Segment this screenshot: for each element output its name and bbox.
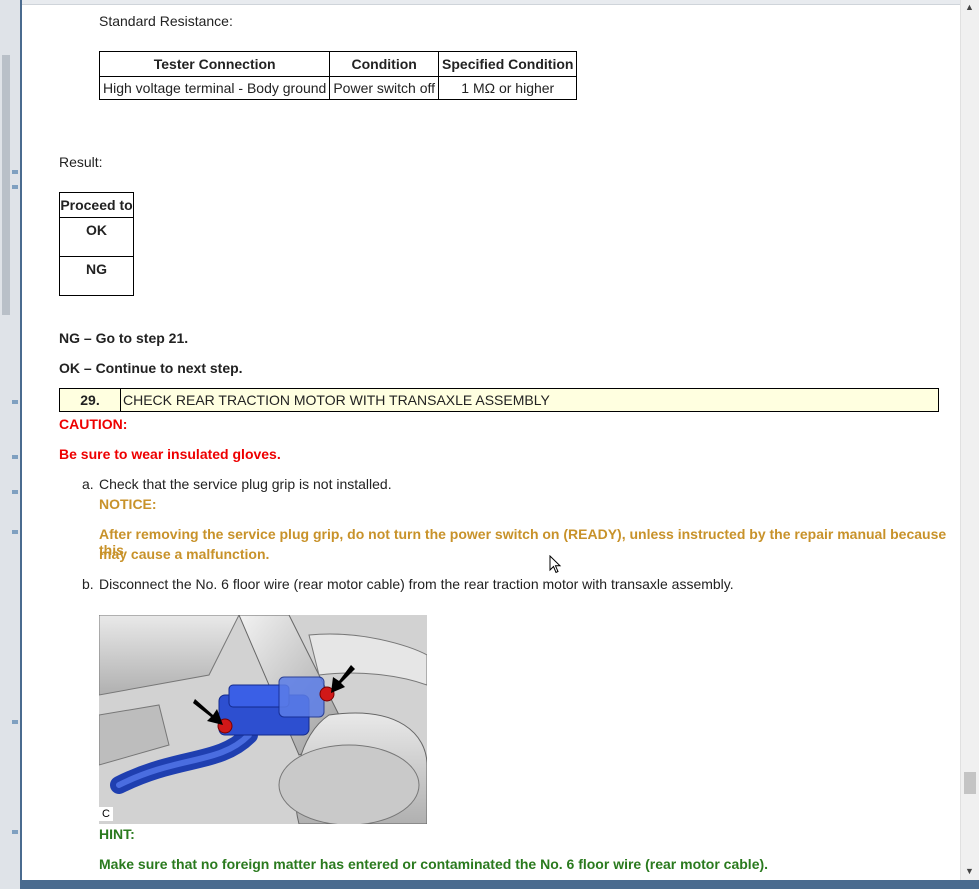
left-marker [12, 720, 18, 724]
resistance-table: Tester Connection Condition Specified Co… [98, 51, 578, 100]
caution-label: CAUTION: [59, 416, 128, 432]
step-a-text: Check that the service plug grip is not … [99, 476, 392, 492]
table-row: NG [59, 256, 134, 296]
list-marker: a. [82, 476, 94, 492]
left-marker [12, 455, 18, 459]
table-cell: OK [59, 217, 134, 257]
caution-text: Be sure to wear insulated gloves. [59, 446, 281, 462]
left-marker [12, 830, 18, 834]
scrollbar-thumb[interactable] [964, 772, 976, 794]
notice-label: NOTICE: [99, 496, 157, 512]
table-row: High voltage terminal - Body ground Powe… [98, 76, 578, 100]
vertical-scrollbar[interactable]: ▲ ▼ [960, 0, 979, 880]
step-number: 29. [60, 389, 121, 411]
left-marker [12, 400, 18, 404]
scroll-down-arrow-icon[interactable]: ▼ [965, 866, 974, 876]
ng-instruction: NG – Go to step 21. [59, 330, 189, 346]
list-marker: b. [82, 576, 94, 592]
table-row: OK [59, 217, 134, 257]
document-content: Standard Resistance: Tester Connection C… [22, 0, 957, 880]
table-header: Proceed to [59, 192, 134, 218]
left-panel-strip [0, 0, 20, 889]
hint-text: Make sure that no foreign matter has ent… [99, 856, 769, 872]
figure-label: C [102, 808, 110, 820]
left-marker [12, 185, 18, 189]
hint-label: HINT: [99, 826, 135, 842]
table-cell: 1 MΩ or higher [438, 76, 578, 100]
left-marker [12, 530, 18, 534]
motor-cable-illustration: C [99, 615, 427, 824]
illustration-graphic [99, 615, 427, 824]
table-cell: High voltage terminal - Body ground [98, 76, 331, 100]
scroll-up-arrow-icon[interactable]: ▲ [965, 2, 974, 12]
step-header: 29. CHECK REAR TRACTION MOTOR WITH TRANS… [59, 388, 939, 412]
table-header: Tester Connection [98, 51, 331, 77]
proceed-table: Proceed to OK NG [59, 192, 134, 296]
table-header: Condition [329, 51, 440, 77]
left-marker [12, 490, 18, 494]
window-bottom-edge [22, 880, 979, 889]
left-marker [12, 170, 18, 174]
document-window: Standard Resistance: Tester Connection C… [20, 0, 979, 889]
left-panel-scrollbar[interactable] [2, 55, 10, 315]
table-header: Specified Condition [438, 51, 578, 77]
notice-text-line2: may cause a malfunction. [99, 546, 270, 562]
table-cell: Power switch off [329, 76, 440, 100]
ok-instruction: OK – Continue to next step. [59, 360, 243, 376]
table-cell: NG [59, 256, 134, 296]
step-b-text: Disconnect the No. 6 floor wire (rear mo… [99, 576, 734, 592]
standard-resistance-label: Standard Resistance: [99, 13, 233, 29]
step-title: CHECK REAR TRACTION MOTOR WITH TRANSAXLE… [123, 392, 550, 408]
result-label: Result: [59, 154, 103, 170]
mouse-pointer-icon [549, 555, 562, 574]
